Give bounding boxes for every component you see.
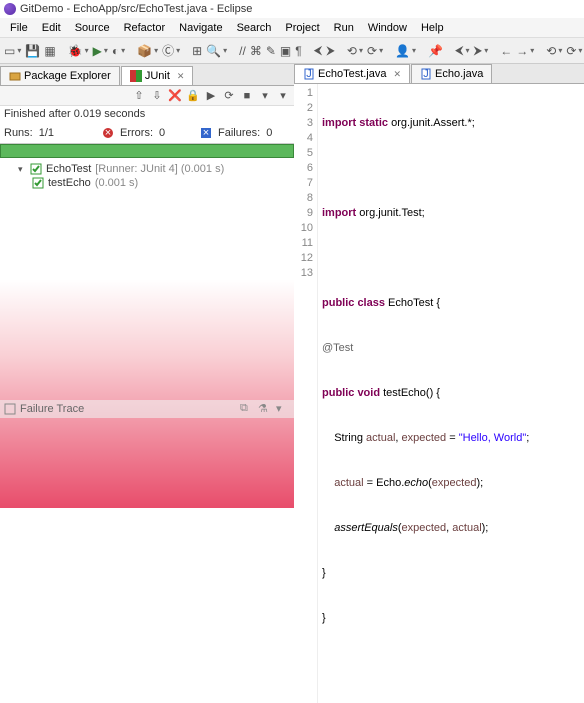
junit-counters: Runs: 1/1 × Errors: 0 × Failures: 0 (0, 122, 294, 144)
nav-forward-next-icon[interactable]: ⮞ (474, 43, 483, 59)
tab-label: Package Explorer (24, 70, 111, 82)
tab-label: Echo.java (435, 68, 483, 80)
menu-search[interactable]: Search (231, 20, 278, 36)
next-annotation-icon[interactable]: ⮞ (326, 43, 335, 59)
tab-echotest[interactable]: J EchoTest.java ✕ (294, 64, 410, 83)
left-tabs: Package Explorer JUnit ✕ (0, 64, 294, 86)
show-ws-icon[interactable]: ¶ (295, 43, 301, 59)
rerun-icon[interactable]: ▶ (204, 89, 218, 103)
refresh-icon[interactable]: ⟳ (367, 43, 377, 59)
tree-root[interactable]: ▾ EchoTest [Runner: JUnit 4] (0.001 s) (4, 162, 290, 176)
format-icon[interactable]: ⌘ (250, 43, 262, 59)
menu-source[interactable]: Source (69, 20, 116, 36)
window-title: GitDemo - EchoApp/src/EchoTest.java - Ec… (20, 3, 252, 15)
last-edit-icon[interactable]: ⟲ (347, 43, 357, 59)
failure-trace-label: Failure Trace (20, 403, 84, 415)
junit-progress-bar (0, 144, 294, 158)
test-suite-pass-icon (30, 163, 42, 175)
editor-panel: J EchoTest.java ✕ J Echo.java 123 456 78… (294, 64, 584, 508)
close-icon[interactable]: ✕ (177, 71, 185, 82)
tab-package-explorer[interactable]: Package Explorer (0, 66, 120, 85)
coverage-icon[interactable]: ◐ (112, 43, 119, 59)
rerun-failed-icon[interactable]: ⟳ (222, 89, 236, 103)
close-icon[interactable]: ✕ (393, 69, 401, 80)
left-panel: Package Explorer JUnit ✕ ⇧ ⇩ ❌ 🔒 ▶ ⟳ ■ ▾… (0, 64, 294, 508)
pin-icon[interactable]: 📌 (428, 43, 443, 59)
new-package-icon[interactable]: 📦 (137, 43, 152, 59)
save-all-icon[interactable]: ▦ (44, 43, 55, 59)
show-failures-icon[interactable]: ❌ (168, 89, 182, 103)
svg-text:J: J (423, 68, 429, 80)
sync2-icon[interactable]: ⟳ (566, 43, 576, 59)
back-icon[interactable]: ← (500, 43, 512, 59)
menu-window[interactable]: Window (362, 20, 413, 36)
java-file-icon: J (420, 68, 432, 80)
stop-icon[interactable]: ■ (240, 89, 254, 103)
search-icon[interactable]: 🔍 (206, 43, 221, 59)
window-titlebar: GitDemo - EchoApp/src/EchoTest.java - Ec… (0, 0, 584, 18)
block-select-icon[interactable]: ▣ (280, 43, 291, 59)
trace-icon (4, 403, 16, 415)
menu-run[interactable]: Run (328, 20, 360, 36)
debug-icon[interactable]: 🐞 (68, 43, 83, 59)
tab-junit[interactable]: JUnit ✕ (121, 66, 194, 85)
editor-body[interactable]: 123 456 789 101112 13 import static org.… (294, 84, 584, 703)
expand-icon[interactable]: ▾ (18, 164, 26, 175)
history-icon[interactable]: ▾ (258, 89, 272, 103)
nav-back-prev-icon[interactable]: ⮜ (455, 43, 464, 59)
new-icon[interactable]: ▭ (4, 43, 15, 59)
error-icon: × (102, 127, 114, 139)
toggle-mark-icon[interactable]: ✎ (266, 43, 276, 59)
filter-icon[interactable]: ⚗ (258, 402, 272, 416)
user-icon[interactable]: 👤 (395, 43, 410, 59)
svg-text:J: J (306, 68, 312, 80)
tab-label: JUnit (145, 70, 170, 82)
run-icon[interactable]: ▶ (93, 43, 102, 59)
junit-icon (130, 70, 142, 82)
menu-refactor[interactable]: Refactor (118, 20, 172, 36)
editor-tabs: J EchoTest.java ✕ J Echo.java (294, 64, 584, 84)
java-file-icon: J (303, 68, 315, 80)
eclipse-icon (4, 3, 16, 15)
package-icon (9, 70, 21, 82)
failure-icon: × (200, 127, 212, 139)
menu-navigate[interactable]: Navigate (173, 20, 228, 36)
sync-icon[interactable]: ⟲ (546, 43, 556, 59)
view-menu-icon[interactable]: ▾ (276, 89, 290, 103)
menu-file[interactable]: File (4, 20, 34, 36)
toggle-comment-icon[interactable]: // (239, 43, 246, 59)
menu-help[interactable]: Help (415, 20, 450, 36)
save-icon[interactable]: 💾 (25, 43, 40, 59)
junit-toolbar: ⇧ ⇩ ❌ 🔒 ▶ ⟳ ■ ▾ ▾ (0, 86, 294, 106)
tab-label: EchoTest.java (318, 68, 386, 80)
tree-child[interactable]: testEcho (0.001 s) (4, 176, 290, 190)
svg-text:×: × (105, 127, 111, 139)
test-pass-icon (32, 177, 44, 189)
main-toolbar: ▭▾ 💾 ▦ 🐞▾ ▶▾ ◐▾ 📦▾ Ⓒ▾ ⊞ 🔍▾ // ⌘ ✎ ▣ ¶ ⮜ … (0, 38, 584, 64)
junit-tree[interactable]: ▾ EchoTest [Runner: JUnit 4] (0.001 s) t… (0, 158, 294, 400)
scroll-lock-icon[interactable]: 🔒 (186, 89, 200, 103)
code-area[interactable]: import static org.junit.Assert.*; import… (318, 84, 584, 703)
svg-text:×: × (203, 127, 209, 139)
tab-echo[interactable]: J Echo.java (411, 64, 492, 83)
compare-icon[interactable]: ⧉ (240, 402, 254, 416)
trace-menu-icon[interactable]: ▾ (276, 402, 290, 416)
counter-runs: Runs: 1/1 (0, 127, 98, 139)
forward-icon[interactable]: → (516, 43, 528, 59)
prev-annotation-icon[interactable]: ⮜ (314, 43, 323, 59)
counter-errors: × Errors: 0 (98, 127, 196, 139)
junit-status: Finished after 0.019 seconds (0, 106, 294, 122)
menu-edit[interactable]: Edit (36, 20, 67, 36)
next-failure-icon[interactable]: ⇩ (150, 89, 164, 103)
failure-trace-header: Failure Trace ⧉ ⚗ ▾ (0, 400, 294, 418)
line-gutter: 123 456 789 101112 13 (294, 84, 318, 703)
new-class-icon[interactable]: Ⓒ (162, 43, 174, 59)
failure-trace-body (0, 418, 294, 508)
prev-failure-icon[interactable]: ⇧ (132, 89, 146, 103)
counter-failures: × Failures: 0 (196, 127, 294, 139)
open-type-icon[interactable]: ⊞ (192, 43, 202, 59)
menubar: File Edit Source Refactor Navigate Searc… (0, 18, 584, 38)
menu-project[interactable]: Project (279, 20, 325, 36)
